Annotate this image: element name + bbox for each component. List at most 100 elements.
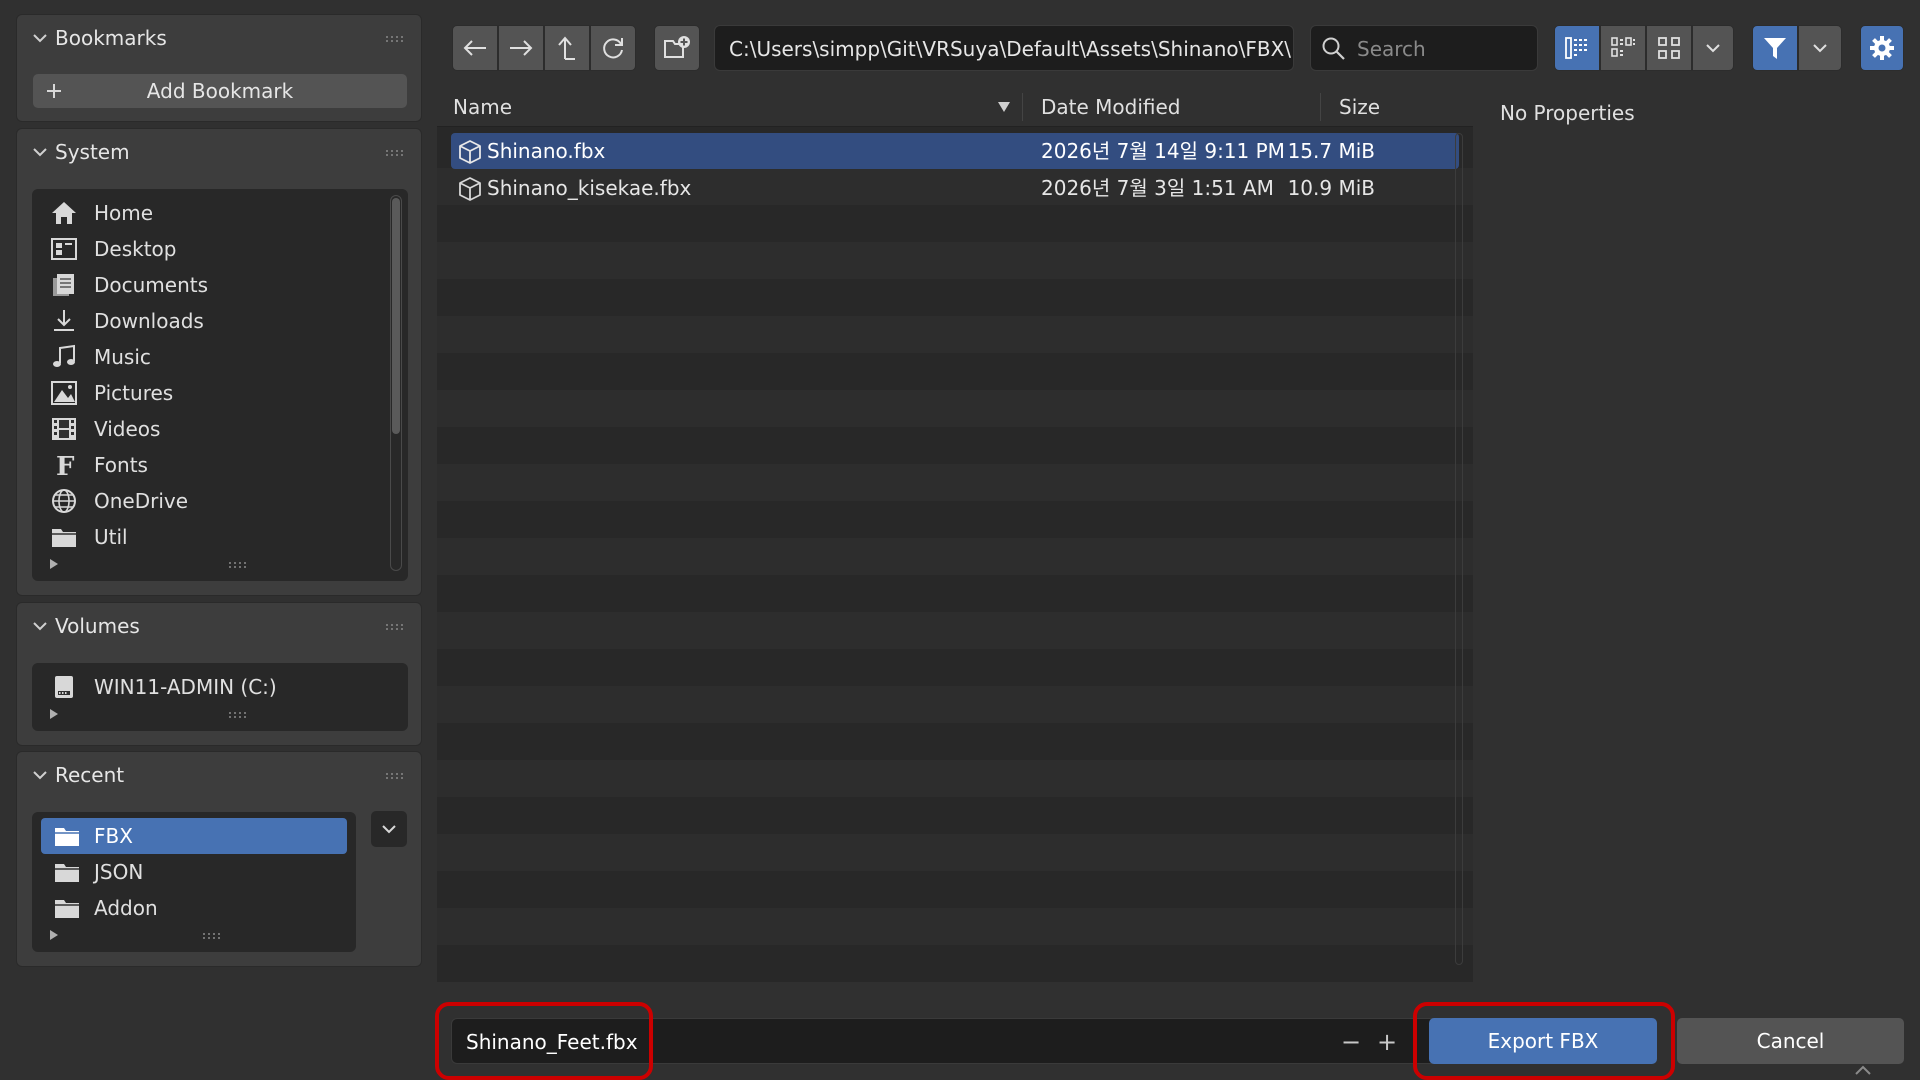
resize-grip-icon[interactable] [228, 711, 248, 719]
grip-icon[interactable] [385, 149, 405, 157]
path-text: C:\Users\simpp\Git\VRSuya\Default\Assets… [729, 37, 1292, 61]
recent-item-json[interactable]: JSON [32, 854, 338, 890]
recent-item-label: JSON [94, 860, 144, 884]
grip-icon[interactable] [385, 35, 405, 43]
parent-directory-button[interactable] [544, 25, 590, 71]
sidebar-item-label: Pictures [94, 381, 174, 405]
volume-item-c-drive[interactable]: WIN11-ADMIN (C:) [32, 669, 408, 705]
recent-panel: Recent FBX JSON Addon [16, 751, 422, 967]
file-size: 10.9 MiB [1287, 176, 1375, 200]
row-stripe [437, 612, 1473, 649]
file-list-scrollbar[interactable] [1455, 133, 1463, 965]
chevron-down-icon[interactable] [31, 29, 49, 47]
export-button-highlight [1413, 1002, 1675, 1080]
expand-arrow-icon[interactable] [50, 709, 58, 719]
refresh-button[interactable] [590, 25, 636, 71]
column-header-name[interactable]: Name [453, 87, 512, 127]
column-header-date[interactable]: Date Modified [1041, 87, 1181, 127]
expand-arrow-icon[interactable] [50, 930, 58, 940]
column-header-size[interactable]: Size [1339, 87, 1380, 127]
search-placeholder: Search [1357, 37, 1426, 61]
scrollbar[interactable] [390, 195, 402, 571]
sort-descending-icon[interactable] [997, 101, 1011, 113]
sidebar-item-home[interactable]: Home [32, 195, 382, 231]
recent-item-addon[interactable]: Addon [32, 890, 338, 926]
sidebar-item-music[interactable]: Music [32, 339, 382, 375]
scrollbar-thumb[interactable] [392, 198, 400, 434]
back-button[interactable] [452, 25, 498, 71]
folder-icon [52, 529, 76, 547]
horizontal-list-icon [1611, 37, 1635, 57]
forward-button[interactable] [498, 25, 544, 71]
bookmarks-header[interactable]: Bookmarks [17, 15, 421, 61]
settings-button[interactable] [1860, 25, 1904, 71]
path-field[interactable]: C:\Users\simpp\Git\VRSuya\Default\Assets… [714, 25, 1294, 71]
filter-dropdown[interactable] [1798, 25, 1842, 71]
sidebar-item-label: Util [94, 525, 128, 549]
row-stripe [437, 871, 1473, 908]
display-size-dropdown[interactable] [1692, 25, 1734, 71]
chevron-down-icon[interactable] [31, 766, 49, 784]
row-stripe [437, 427, 1473, 464]
sidebar-item-label: Videos [94, 417, 161, 441]
expand-arrow-icon[interactable] [50, 559, 58, 569]
filter-toggle-button[interactable] [1752, 25, 1798, 71]
sidebar-item-label: Fonts [94, 453, 148, 477]
column-divider[interactable] [1320, 93, 1321, 121]
folder-icon [55, 864, 79, 882]
volumes-header[interactable]: Volumes [17, 603, 421, 649]
row-stripe [437, 464, 1473, 501]
increment-button[interactable]: + [1372, 1019, 1402, 1065]
file-row-shinano-kisekae[interactable]: Shinano_kisekae.fbx 2026년 7월 3일 1:51 AM … [451, 170, 1459, 206]
filename-highlight [435, 1002, 653, 1080]
system-list: Home Desktop Documents Downloads Music P… [32, 189, 408, 581]
system-title: System [55, 140, 130, 164]
decrement-button[interactable]: − [1336, 1019, 1366, 1065]
thumbnails-view-button[interactable] [1646, 25, 1692, 71]
file-name: Shinano.fbx [487, 139, 606, 163]
scroll-up-icon[interactable] [1852, 1064, 1874, 1076]
chevron-down-icon[interactable] [31, 143, 49, 161]
globe-icon [52, 489, 76, 513]
sidebar-item-desktop[interactable]: Desktop [32, 231, 382, 267]
sidebar-item-label: OneDrive [94, 489, 189, 513]
resize-grip-icon[interactable] [202, 932, 222, 940]
search-field[interactable]: Search [1310, 25, 1538, 71]
desktop-icon [51, 238, 77, 260]
system-header[interactable]: System [17, 129, 421, 175]
vertical-list-view-button[interactable] [1554, 25, 1600, 71]
volumes-list: WIN11-ADMIN (C:) [32, 663, 408, 731]
sidebar-item-downloads[interactable]: Downloads [32, 303, 382, 339]
sidebar-item-videos[interactable]: Videos [32, 411, 382, 447]
file-list[interactable]: Name Date Modified Size Shinano.fbx 2026… [437, 87, 1473, 982]
horizontal-list-view-button[interactable] [1600, 25, 1646, 71]
column-divider[interactable] [1022, 93, 1023, 121]
resize-grip-icon[interactable] [228, 561, 248, 569]
chevron-down-icon [1813, 44, 1827, 53]
file-name: Shinano_kisekae.fbx [487, 176, 692, 200]
recent-dropdown-button[interactable] [371, 811, 407, 847]
add-bookmark-button[interactable]: Add Bookmark [33, 74, 407, 108]
sidebar-item-util[interactable]: Util [32, 519, 382, 555]
sidebar-item-label: Downloads [94, 309, 204, 333]
downloads-icon [54, 310, 74, 331]
sidebar-item-label: Documents [94, 273, 209, 297]
file-row-shinano[interactable]: Shinano.fbx 2026년 7월 14일 9:11 PM 15.7 Mi… [451, 133, 1459, 169]
filter-icon [1764, 38, 1786, 59]
sidebar-item-documents[interactable]: Documents [32, 267, 382, 303]
chevron-down-icon[interactable] [31, 617, 49, 635]
new-folder-button[interactable] [654, 25, 700, 71]
row-stripe [437, 353, 1473, 390]
grip-icon[interactable] [385, 772, 405, 780]
file-size: 15.7 MiB [1287, 139, 1375, 163]
recent-title: Recent [55, 763, 125, 787]
cancel-button[interactable]: Cancel [1677, 1018, 1904, 1064]
sidebar-item-onedrive[interactable]: OneDrive [32, 483, 382, 519]
recent-item-label: Addon [94, 896, 158, 920]
volumes-title: Volumes [55, 614, 140, 638]
sidebar-item-pictures[interactable]: Pictures [32, 375, 382, 411]
grip-icon[interactable] [385, 623, 405, 631]
recent-item-fbx[interactable]: FBX [41, 818, 347, 854]
sidebar-item-fonts[interactable]: F Fonts [32, 447, 382, 483]
recent-header[interactable]: Recent [17, 752, 421, 798]
